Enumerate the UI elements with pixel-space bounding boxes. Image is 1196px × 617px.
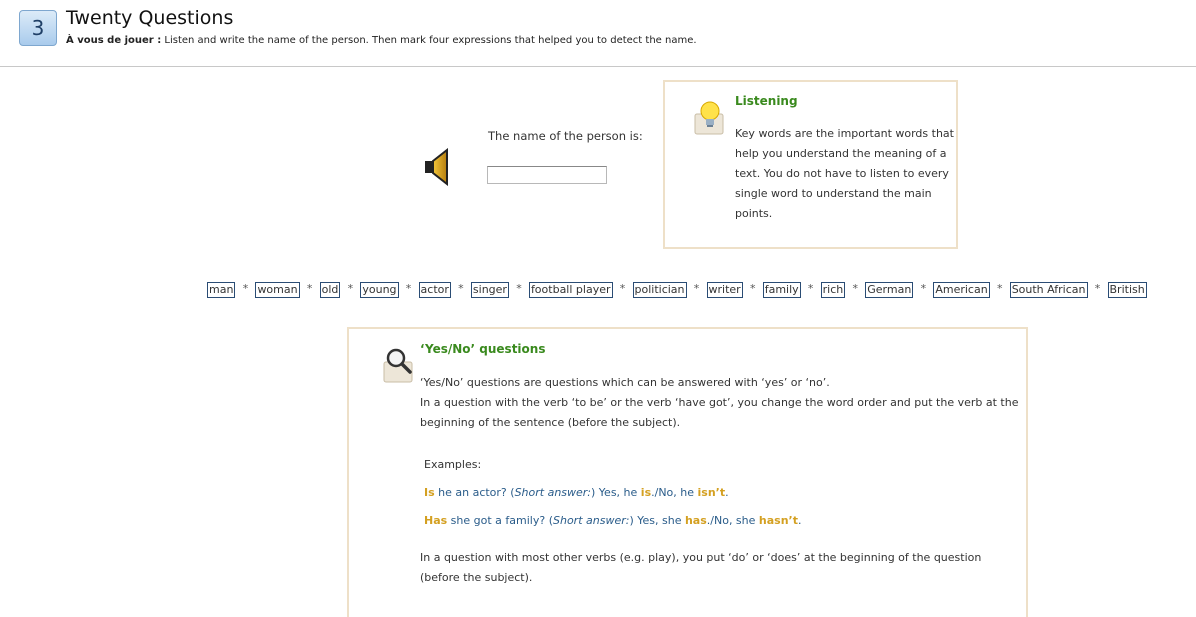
example-text: he an actor? ( [434,486,515,499]
lightbulb-icon [694,101,724,135]
instruction-bold: À vous de jouer : [66,35,162,46]
example-text: ) Yes, he [591,486,641,499]
word-option[interactable]: old [319,282,341,298]
word-option[interactable]: American [933,282,990,298]
word-separator: * [749,282,756,295]
word-separator: * [852,282,859,295]
example-text: ) Yes, she [629,514,685,527]
example-verb: Has [424,514,448,527]
examples-label: Examples: [424,458,482,471]
grammar-paragraph-1: ‘Yes/No’ questions are questions which c… [420,373,1020,433]
word-option[interactable]: politician [632,282,687,298]
word-choice-list: man * woman * old * young * actor * singer * footbal… [207,282,1182,300]
exercise-instruction: À vous de jouer : Listen and write the n… [66,35,697,46]
example-text: . [725,486,729,499]
example-text: . [797,514,802,527]
word-separator: * [1094,282,1101,295]
example-verb: Is [424,486,435,499]
instruction-text: Listen and write the name of the person.… [161,35,697,46]
word-option[interactable]: football player [528,282,613,298]
word-option[interactable]: singer [470,282,509,298]
example-text: she got a family? ( [447,514,553,527]
short-answer-label: Short answer: [514,486,592,499]
word-option[interactable]: actor [418,282,451,298]
listening-tip-box: Listening Key words are the important wo… [663,80,958,249]
word-option[interactable]: British [1107,282,1147,298]
word-option[interactable]: writer [706,282,743,298]
example-2: Has she got a family? (Short answer:) Ye… [424,514,801,527]
word-option[interactable]: rich [820,282,846,298]
tip-title: Listening [735,94,798,108]
word-option[interactable]: man [207,282,236,298]
word-separator: * [347,282,354,295]
tip-text: Key words are the important words that h… [735,127,954,220]
short-answer-label: Short answer: [553,514,630,527]
exercise-number-badge: 3 [19,10,57,46]
word-option[interactable]: South African [1009,282,1088,298]
word-separator: * [996,282,1003,295]
word-separator: * [306,282,313,295]
example-1: Is he an actor? (Short answer:) Yes, he … [424,486,729,499]
word-option[interactable]: woman [255,282,300,298]
word-option[interactable]: young [360,282,399,298]
grammar-title: ‘Yes/No’ questions [420,342,546,356]
word-separator: * [693,282,700,295]
word-separator: * [242,282,249,295]
answer-label: The name of the person is: [488,129,643,143]
example-answer: isn’t [697,486,726,499]
example-text: ./No, he [651,486,698,499]
grammar-line-2: In a question with the verb ‘to be’ or t… [420,396,1019,429]
word-separator: * [458,282,464,295]
grammar-line-1: ‘Yes/No’ questions are questions which c… [420,376,830,389]
example-answer: has [684,514,707,527]
word-separator: * [516,282,522,295]
speaker-icon[interactable] [424,148,450,186]
exercise-title: Twenty Questions [66,7,234,29]
word-separator: * [405,282,412,295]
word-option[interactable]: family [762,282,801,298]
word-separator: * [619,282,626,295]
example-text: ./No, she [706,514,759,527]
word-option[interactable]: German [865,282,914,298]
word-separator: * [920,282,927,295]
example-answer: is [640,486,652,499]
grammar-box: ‘Yes/No’ questions ‘Yes/No’ questions ar… [347,327,1028,617]
person-name-input[interactable] [487,166,607,184]
grammar-paragraph-2: In a question with most other verbs (e.g… [420,551,982,584]
magnifier-icon [383,348,413,383]
exercise-header: 3 Twenty Questions À vous de jouer : Lis… [0,0,1196,67]
word-separator: * [807,282,814,295]
example-answer: hasn’t [758,514,798,527]
